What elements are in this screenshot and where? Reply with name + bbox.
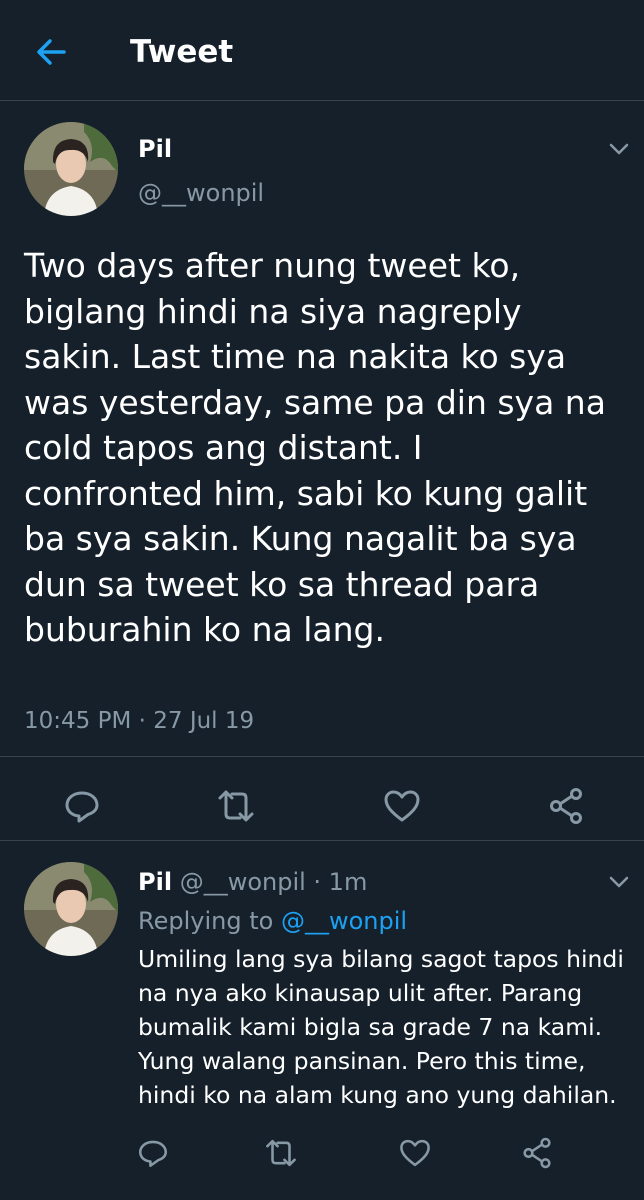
author-name[interactable]: Pil: [138, 132, 172, 166]
like-icon: [400, 1139, 430, 1167]
reply-author-line: Pil @__wonpil · 1m: [138, 865, 367, 899]
reply-options-button[interactable]: [608, 874, 630, 888]
share-button[interactable]: [546, 786, 586, 826]
tweet-text-line: Two days after nung tweet ko,: [24, 246, 521, 285]
tweet-text-line: dun sa tweet ko sa thread para: [24, 564, 540, 604]
like-icon: [384, 790, 420, 822]
tweet-options-button[interactable]: [608, 141, 630, 155]
tweet-text: Two days after nung tweet ko, biglang hi…: [24, 243, 624, 653]
page-title: Tweet: [130, 34, 234, 70]
back-arrow-icon: [37, 39, 66, 65]
reply-button[interactable]: [136, 1136, 170, 1170]
divider: [0, 756, 644, 757]
tweet-text-line: buburahin ko na lang.: [24, 610, 385, 649]
back-button[interactable]: [30, 30, 74, 74]
tweet-text-line: was yesterday, same pa din sya na: [24, 382, 606, 422]
reply-text-line: Umiling lang sya bilang sagot tapos hind…: [138, 945, 624, 973]
reply-author-handle-time[interactable]: @__wonpil · 1m: [180, 868, 368, 896]
reply-text-line: na nya ako kinausap ulit after. Parang: [138, 979, 583, 1007]
replying-to: Replying to @__wonpil: [138, 904, 407, 938]
reply-text: Umiling lang sya bilang sagot tapos hind…: [138, 942, 628, 1112]
retweet-button[interactable]: [216, 786, 256, 826]
chevron-down-icon: [609, 876, 629, 888]
share-icon: [523, 1137, 551, 1169]
tweet-text-line: sakin. Last time na nakita ko sya: [24, 337, 567, 376]
reply-author-name[interactable]: Pil: [138, 868, 172, 896]
tweet-timestamp[interactable]: 10:45 PM · 27 Jul 19: [24, 706, 254, 736]
reply-button[interactable]: [62, 786, 102, 826]
reply-text-line: hindi ko na alam kung ano yung dahilan.: [138, 1081, 617, 1109]
reply-icon: [65, 791, 99, 823]
retweet-button[interactable]: [264, 1136, 298, 1170]
author-handle[interactable]: @__wonpil: [138, 176, 264, 210]
avatar[interactable]: [24, 122, 118, 216]
top-bar: Tweet: [0, 0, 644, 101]
like-button[interactable]: [382, 786, 422, 826]
retweet-icon: [266, 1139, 296, 1167]
tweet-text-line: cold tapos ang distant. I: [24, 428, 423, 467]
reply-text-line: Yung walang pansinan. Pero this time,: [138, 1047, 586, 1075]
like-button[interactable]: [398, 1136, 432, 1170]
reply-text-line: bumalik kami bigla sa grade 7 na kami.: [138, 1013, 603, 1041]
reply-icon: [138, 1140, 168, 1168]
tweet-text-line: ba sya sakin. Kung nagalit ba sya: [24, 519, 577, 558]
chevron-down-icon: [609, 143, 629, 155]
replying-to-label: Replying to: [138, 907, 281, 935]
share-icon: [550, 788, 582, 824]
retweet-icon: [218, 790, 254, 822]
tweet-text-line: confronted him, sabi ko kung galit: [24, 473, 588, 513]
avatar[interactable]: [24, 862, 118, 956]
divider: [0, 840, 644, 841]
share-button[interactable]: [520, 1136, 554, 1170]
tweet-text-line: biglang hindi na siya nagreply: [24, 291, 522, 331]
replying-to-handle-link[interactable]: @__wonpil: [281, 907, 407, 935]
